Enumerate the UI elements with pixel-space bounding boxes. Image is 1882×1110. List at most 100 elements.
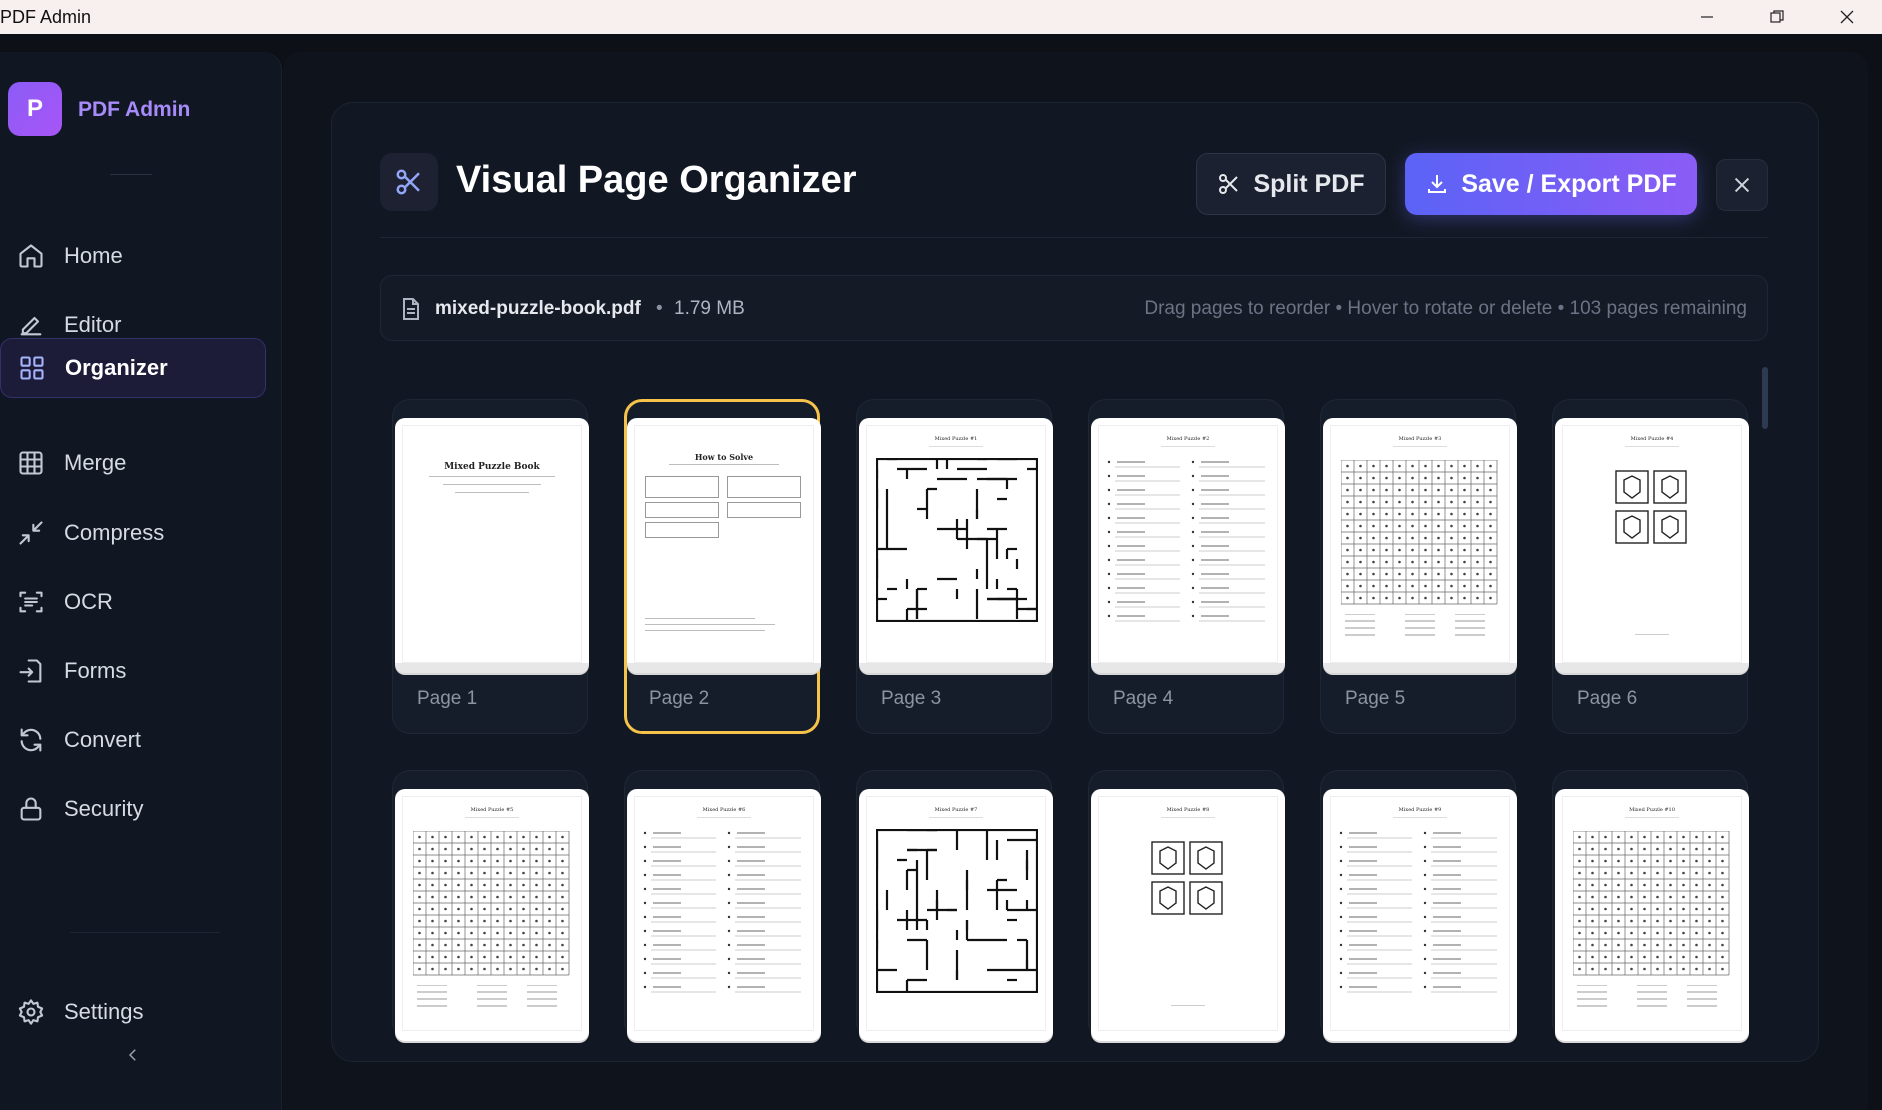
split-pdf-label: Split PDF [1253, 169, 1365, 198]
download-icon [1428, 175, 1447, 193]
page-thumbnail-title: Mixed Puzzle #10 [1629, 807, 1675, 813]
sidebar-item-label: Convert [64, 727, 142, 752]
page-thumbnail-title: Mixed Puzzle #1 [934, 436, 978, 442]
split-pdf-button[interactable]: Split PDF [1196, 153, 1386, 215]
close-window-button[interactable] [1812, 0, 1882, 34]
sidebar-divider [70, 932, 220, 933]
sidebar-item-compress[interactable]: Compress [0, 503, 266, 563]
page-card[interactable]: Mixed Puzzle #4 Page 6 [1552, 399, 1749, 734]
page-card[interactable]: Mixed Puzzle #9 [1320, 770, 1517, 1041]
sidebar: P PDF Admin Home Editor Organizer Merge … [0, 52, 282, 1110]
page-thumbnail: Mixed Puzzle #10 [1555, 789, 1749, 1041]
close-window-icon [1840, 10, 1854, 24]
sidebar-item-label: OCR [64, 589, 113, 614]
restore-icon [1770, 10, 1784, 23]
table-grid-icon [16, 448, 46, 478]
home-icon [16, 241, 46, 271]
refresh-icon [16, 725, 46, 755]
file-size: 1.79 MB [674, 298, 745, 319]
pencil-icon [16, 310, 46, 340]
sidebar-item-home[interactable]: Home [0, 226, 266, 286]
chevron-left-icon [128, 1049, 136, 1061]
page-card[interactable]: How to Solve Page 2 [624, 399, 821, 734]
main-area: Visual Page Organizer Split PDF Save / E… [283, 52, 1868, 1110]
page-label: Page 3 [881, 688, 942, 709]
sidebar-item-security[interactable]: Security [0, 779, 266, 839]
compress-arrows-icon [16, 518, 46, 548]
page-thumbnail-title: Mixed Puzzle #6 [702, 807, 746, 813]
page-thumbnail-title: Mixed Puzzle #9 [1398, 807, 1442, 813]
page-label: Page 4 [1113, 688, 1174, 709]
page-thumbnail-title: Mixed Puzzle #4 [1630, 436, 1674, 442]
form-enter-icon [16, 656, 46, 686]
page-label: Page 6 [1577, 688, 1638, 709]
page-label: Page 5 [1345, 688, 1406, 709]
page-thumbnail: Mixed Puzzle #7 [859, 789, 1053, 1041]
page-thumbnail: Mixed Puzzle #9 [1323, 789, 1517, 1041]
page-thumbnail-title: How to Solve [694, 452, 754, 462]
page-thumbnail: Mixed Puzzle #3 [1323, 418, 1517, 673]
window-titlebar: PDF Admin [0, 0, 1882, 34]
page-thumbnail: Mixed Puzzle #4 [1555, 418, 1749, 673]
page-thumbnail: How to Solve [627, 418, 821, 673]
page-card[interactable]: Mixed Puzzle Book Page 1 [392, 399, 589, 734]
sidebar-item-label: Security [64, 796, 144, 821]
scrollbar-thumb[interactable] [1762, 367, 1768, 429]
file-info-bar: mixed-puzzle-book.pdf • 1.79 MB Drag pag… [380, 275, 1768, 341]
close-organizer-button[interactable] [1716, 159, 1768, 211]
page-thumbnail: Mixed Puzzle #8 [1091, 789, 1285, 1041]
page-card[interactable]: Mixed Puzzle #5 [392, 770, 589, 1041]
page-card[interactable]: Mixed Puzzle #10 [1552, 770, 1749, 1041]
save-export-label: Save / Export PDF [1461, 169, 1677, 198]
close-icon [1734, 177, 1750, 193]
page-card[interactable]: Mixed Puzzle #3 Page 5 [1320, 399, 1517, 734]
sidebar-item-label: Settings [64, 999, 144, 1024]
sidebar-item-organizer[interactable]: Organizer [0, 338, 266, 398]
sidebar-item-label: Compress [64, 520, 165, 545]
window-title: PDF Admin [0, 7, 92, 27]
page-thumbnail-title: Mixed Puzzle Book [444, 462, 540, 472]
page-thumbnail: Mixed Puzzle #2 [1091, 418, 1285, 673]
sidebar-divider [110, 174, 152, 175]
page-thumbnail-title: Mixed Puzzle #2 [1166, 436, 1210, 442]
scan-text-icon [16, 587, 46, 617]
lock-icon [16, 794, 46, 824]
file-separator: • [656, 298, 663, 319]
page-card[interactable]: Mixed Puzzle #1 Page 3 [856, 399, 1053, 734]
sidebar-item-ocr[interactable]: OCR [0, 572, 266, 632]
page-label: Page 1 [417, 688, 478, 709]
minimize-button[interactable] [1672, 0, 1742, 34]
file-icon [401, 298, 421, 320]
app-logo[interactable]: P [8, 82, 62, 136]
page-label: Page 2 [649, 688, 710, 709]
page-thumbnail: Mixed Puzzle #5 [395, 789, 589, 1041]
page-thumbnail: Mixed Puzzle #6 [627, 789, 821, 1041]
sidebar-item-label: Editor [64, 312, 122, 337]
page-card[interactable]: Mixed Puzzle #2 Page 4 [1088, 399, 1285, 734]
restore-button[interactable] [1742, 0, 1812, 34]
sidebar-item-settings[interactable]: Settings [0, 982, 266, 1042]
page-card[interactable]: Mixed Puzzle #8 [1088, 770, 1285, 1041]
brand-name: PDF Admin [78, 98, 191, 121]
sidebar-item-label: Merge [64, 450, 127, 475]
sidebar-item-merge[interactable]: Merge [0, 433, 266, 493]
page-thumbnail: Mixed Puzzle #1 [859, 418, 1053, 673]
save-export-button[interactable]: Save / Export PDF [1405, 153, 1697, 215]
page-thumbnail-title: Mixed Puzzle #5 [470, 807, 514, 813]
sidebar-item-label: Organizer [65, 355, 168, 380]
page-title: Visual Page Organizer [456, 159, 857, 201]
sidebar-item-label: Forms [64, 658, 127, 683]
sidebar-item-label: Home [64, 243, 123, 268]
sidebar-item-convert[interactable]: Convert [0, 710, 266, 770]
scissors-icon [380, 153, 438, 211]
minimize-icon [1701, 16, 1713, 18]
scissors-icon [1219, 174, 1239, 194]
page-card[interactable]: Mixed Puzzle #6 [624, 770, 821, 1041]
page-thumbnail-title: Mixed Puzzle #3 [1398, 436, 1442, 442]
collapse-sidebar-button[interactable] [118, 1040, 148, 1070]
organizer-panel: Visual Page Organizer Split PDF Save / E… [331, 102, 1819, 1062]
sidebar-item-forms[interactable]: Forms [0, 641, 266, 701]
page-card[interactable]: Mixed Puzzle #7 [856, 770, 1053, 1041]
header-divider [380, 237, 1768, 238]
page-thumbnail-title: Mixed Puzzle #7 [934, 807, 978, 813]
